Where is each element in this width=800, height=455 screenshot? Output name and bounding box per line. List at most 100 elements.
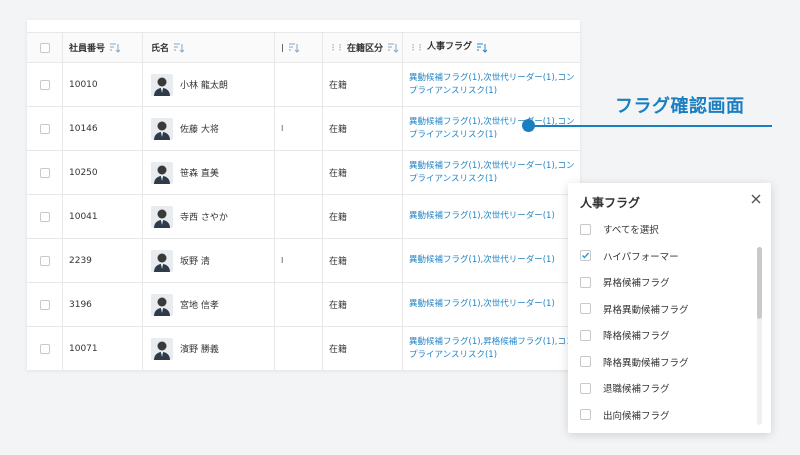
filter-option[interactable]: 退職候補フラグ [580, 380, 670, 396]
filter-option[interactable]: 降格異動候補フラグ [580, 354, 689, 370]
person-icon [154, 209, 170, 228]
employee-id-cell: 10041 [63, 195, 143, 238]
hr-flag-link[interactable]: 異動候補フラグ(1),次世代リーダー(1) [409, 210, 555, 223]
filter-option[interactable]: 昇格候補フラグ [580, 274, 670, 290]
table-row[interactable]: 10146 佐藤 大将 I 在籍 異動候補フラグ(1),次世代リーダー(1),コ… [27, 107, 580, 151]
scrollbar[interactable] [757, 247, 762, 425]
hr-flag-link[interactable]: 異動候補フラグ(1),次世代リーダー(1) [409, 298, 555, 311]
drag-handle-icon[interactable]: ⋮⋮ [329, 43, 344, 52]
header-name-label: 氏名 [151, 44, 170, 54]
avatar [151, 73, 173, 96]
select-all-checkbox[interactable] [39, 42, 50, 53]
name-cell: 小林 龍太朗 [143, 63, 275, 106]
employee-name: 宮地 信孝 [180, 301, 219, 311]
hidden-column-cell [275, 151, 323, 194]
header-status[interactable]: ⋮⋮ 在籍区分 [323, 33, 403, 62]
row-select-cell [27, 283, 63, 326]
name-cell: 笹森 直美 [143, 151, 275, 194]
checkbox[interactable] [580, 276, 591, 288]
table-row[interactable]: 10010 小林 龍太朗 在籍 異動候補フラグ(1),次世代リーダー(1),コン… [27, 63, 580, 107]
status-cell: 在籍 [323, 239, 403, 282]
row-select-cell [27, 151, 63, 194]
hr-flag-link[interactable]: 異動候補フラグ(1),次世代リーダー(1) [409, 254, 555, 267]
hr-flag-filter-panel: 人事フラグ すべてを選択 ハイパフォーマー 昇格候補フラグ 昇格異動候補フラグ 降格候補… [568, 183, 771, 433]
hr-flag-link[interactable]: 異動候補フラグ(1),次世代リーダー(1),コンプライアンスリスク(1) [409, 160, 580, 186]
truncated-text: I [281, 256, 284, 265]
filter-option-label: 昇格候補フラグ [603, 278, 670, 289]
hr-flag-link[interactable]: 異動候補フラグ(1),次世代リーダー(1),コンプライアンスリスク(1) [409, 72, 580, 98]
status-cell: 在籍 [323, 283, 403, 326]
hr-flag-cell: 異動候補フラグ(1),次世代リーダー(1) [403, 195, 580, 238]
employee-status: 在籍 [329, 81, 348, 91]
status-cell: 在籍 [323, 63, 403, 106]
scrollbar-thumb[interactable] [757, 247, 762, 319]
table-row[interactable]: 10071 濱野 勝義 在籍 異動候補フラグ(1),昇格候補フラグ(1),コンプ… [27, 327, 580, 370]
checkbox[interactable] [580, 329, 591, 341]
hr-flag-link[interactable]: 異動候補フラグ(1),昇格候補フラグ(1),コンプライアンスリスク(1) [409, 336, 580, 362]
header-hr-flag[interactable]: ⋮⋮ 人事フラグ [403, 33, 580, 62]
name-cell: 寺西 さやか [143, 195, 275, 238]
sort-icon[interactable] [476, 43, 488, 53]
checkbox-checked[interactable] [580, 250, 591, 261]
callout-line [529, 125, 772, 127]
employee-id: 3196 [69, 299, 92, 310]
hidden-column-cell [275, 327, 323, 370]
table-row[interactable]: 10041 寺西 さやか 在籍 異動候補フラグ(1),次世代リーダー(1) [27, 195, 580, 239]
filter-option[interactable]: 昇格異動候補フラグ [580, 301, 689, 317]
header-hr-flag-label: 人事フラグ [427, 42, 473, 52]
employee-status: 在籍 [329, 169, 348, 179]
drag-handle-icon[interactable]: ⋮⋮ [409, 41, 424, 54]
row-select-cell [27, 239, 63, 282]
filter-option[interactable]: すべてを選択 [580, 221, 659, 237]
employee-name: 寺西 さやか [180, 213, 228, 223]
employee-name: 佐藤 大将 [180, 125, 219, 135]
row-checkbox[interactable] [39, 255, 50, 266]
close-icon[interactable] [749, 192, 763, 206]
callout-label: フラグ確認画面 [615, 96, 745, 117]
sort-icon[interactable] [109, 43, 121, 53]
filter-option-label: 降格候補フラグ [603, 331, 670, 342]
employee-id-cell: 10146 [63, 107, 143, 150]
filter-option[interactable]: ハイパフォーマー [580, 248, 679, 264]
name-cell: 濱野 勝義 [143, 327, 275, 370]
header-name[interactable]: 氏名 [143, 33, 275, 62]
hidden-column-cell [275, 283, 323, 326]
checkbox[interactable] [580, 223, 591, 235]
sort-icon[interactable] [387, 43, 399, 53]
row-checkbox[interactable] [39, 123, 50, 134]
employee-id-cell: 10071 [63, 327, 143, 370]
header-employee-id[interactable]: 社員番号 [63, 33, 143, 62]
checkbox[interactable] [580, 382, 591, 394]
checkbox[interactable] [580, 303, 591, 314]
table-row[interactable]: 10250 笹森 直美 在籍 異動候補フラグ(1),次世代リーダー(1),コンプ… [27, 151, 580, 195]
status-cell: 在籍 [323, 195, 403, 238]
employee-id-cell: 3196 [63, 283, 143, 326]
employee-name: 濱野 勝義 [180, 345, 219, 355]
person-icon [154, 121, 170, 140]
row-select-cell [27, 63, 63, 106]
sort-icon[interactable] [173, 43, 185, 53]
table-row[interactable]: 2239 坂野 清 I 在籍 異動候補フラグ(1),次世代リーダー(1) [27, 239, 580, 283]
checkbox[interactable] [580, 356, 591, 367]
filter-option[interactable]: 出向候補フラグ [580, 407, 670, 423]
row-checkbox[interactable] [39, 299, 50, 310]
checkbox[interactable] [580, 409, 591, 420]
callout-dot [522, 119, 535, 132]
filter-option[interactable]: 降格候補フラグ [580, 327, 670, 343]
employee-status: 在籍 [329, 301, 348, 311]
hr-flag-cell: 異動候補フラグ(1),次世代リーダー(1) [403, 239, 580, 282]
header-hidden-column[interactable]: | [275, 33, 323, 62]
filter-option-label: 昇格異動候補フラグ [603, 304, 689, 316]
hr-flag-cell: 異動候補フラグ(1),次世代リーダー(1),コンプライアンスリスク(1) [403, 63, 580, 106]
row-checkbox[interactable] [39, 211, 50, 222]
avatar [151, 117, 173, 140]
row-checkbox[interactable] [39, 167, 50, 178]
employee-id-cell: 10010 [63, 63, 143, 106]
filter-option-label: 出向候補フラグ [603, 410, 670, 422]
hr-flag-link[interactable]: 異動候補フラグ(1),次世代リーダー(1),コンプライアンスリスク(1) [409, 116, 580, 142]
row-checkbox[interactable] [39, 79, 50, 90]
row-checkbox[interactable] [39, 343, 50, 354]
sort-icon[interactable] [288, 43, 300, 53]
table-row[interactable]: 3196 宮地 信孝 在籍 異動候補フラグ(1),次世代リーダー(1) [27, 283, 580, 327]
hidden-column-cell: I [275, 107, 323, 150]
